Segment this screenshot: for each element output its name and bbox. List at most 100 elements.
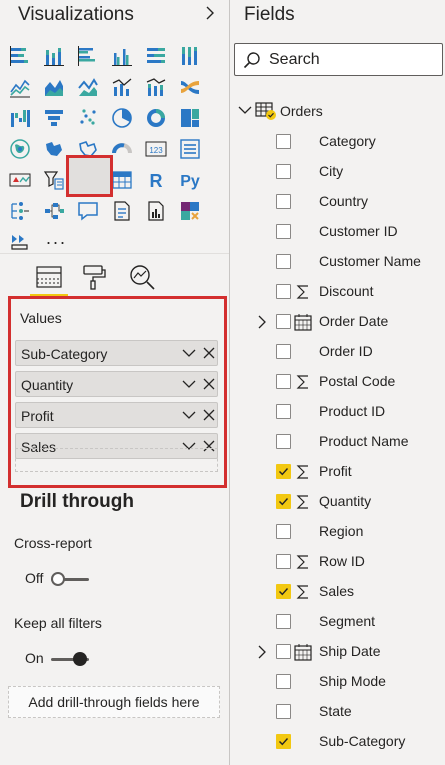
field-item[interactable]: Ship Mode [230,670,445,694]
power-automate-icon[interactable] [9,231,31,253]
power-apps-icon[interactable] [179,200,201,222]
scatter-icon[interactable] [77,107,99,129]
field-checkbox[interactable] [276,524,291,539]
field-item[interactable]: Postal Code [230,370,445,394]
line-stacked-column-icon[interactable] [145,76,167,98]
value-field-pill[interactable]: Sub-Category [15,340,218,366]
remove-icon[interactable] [202,408,216,422]
treemap-icon[interactable] [179,107,201,129]
field-checkbox[interactable] [276,584,291,599]
field-item[interactable]: Order ID [230,340,445,364]
field-item[interactable]: Customer Name [230,250,445,274]
donut-chart-icon[interactable] [145,107,167,129]
collapse-chevron-icon[interactable] [204,6,216,20]
field-checkbox[interactable] [276,284,291,299]
card-icon[interactable]: 123 [145,138,167,160]
pie-chart-icon[interactable] [111,107,133,129]
field-checkbox[interactable] [276,434,291,449]
field-item[interactable]: Country [230,190,445,214]
100-stacked-column-icon[interactable] [179,45,201,67]
chevron-right-icon[interactable] [257,645,267,659]
line-column-icon[interactable] [111,76,133,98]
field-item[interactable]: Segment [230,610,445,634]
key-influencers-icon[interactable] [9,200,31,222]
search-box[interactable] [234,43,443,76]
chevron-down-icon[interactable] [182,347,196,359]
filled-map-icon[interactable] [43,138,65,160]
field-checkbox[interactable] [276,194,291,209]
matrix-icon[interactable] [111,169,133,191]
field-checkbox[interactable] [276,614,291,629]
field-checkbox[interactable] [276,314,291,329]
field-item[interactable]: Category [230,130,445,154]
field-checkbox[interactable] [276,464,291,479]
funnel-icon[interactable] [43,107,65,129]
more-visuals-button[interactable]: ... [46,228,67,249]
multi-row-card-icon[interactable] [179,138,201,160]
field-item[interactable]: Sub-Category [230,730,445,754]
gauge-icon[interactable] [111,138,133,160]
table-orders[interactable]: Orders [238,100,438,124]
field-item[interactable]: Discount [230,280,445,304]
field-item[interactable]: Product ID [230,400,445,424]
field-item[interactable]: Product Name [230,430,445,454]
field-item[interactable]: Quantity [230,490,445,514]
field-item[interactable]: City [230,160,445,184]
100-stacked-bar-icon[interactable] [145,45,167,67]
field-item[interactable]: Row ID [230,550,445,574]
field-item[interactable]: Ship Date [230,640,445,664]
line-chart-icon[interactable] [9,76,31,98]
area-chart-icon[interactable] [43,76,65,98]
field-checkbox[interactable] [276,254,291,269]
field-item[interactable]: Customer ID [230,220,445,244]
field-checkbox[interactable] [276,704,291,719]
chevron-down-icon[interactable] [182,378,196,390]
field-checkbox[interactable] [276,134,291,149]
format-tab-icon[interactable] [78,262,108,292]
value-field-pill[interactable]: Quantity [15,371,218,397]
field-checkbox[interactable] [276,644,291,659]
add-drill-through-fields[interactable]: Add drill-through fields here [8,686,220,718]
field-checkbox[interactable] [276,404,291,419]
field-checkbox[interactable] [276,554,291,569]
field-checkbox[interactable] [276,224,291,239]
field-item[interactable]: Sales [230,580,445,604]
field-checkbox[interactable] [276,344,291,359]
slicer-icon[interactable] [43,169,65,191]
field-checkbox[interactable] [276,374,291,389]
qa-icon[interactable] [77,200,99,222]
remove-icon[interactable] [202,346,216,360]
map-icon[interactable] [9,138,31,160]
search-input[interactable] [269,49,437,71]
waterfall-icon[interactable] [9,107,31,129]
cross-report-toggle[interactable]: Off [25,570,95,588]
stacked-area-icon[interactable] [77,76,99,98]
field-item[interactable]: State [230,700,445,724]
r-visual-icon[interactable]: R [145,169,167,191]
chevron-right-icon[interactable] [257,315,267,329]
analytics-tab-icon[interactable] [127,262,157,292]
chevron-down-icon[interactable] [238,104,252,116]
paginated-report-icon[interactable] [145,200,167,222]
ribbon-chart-icon[interactable] [179,76,201,98]
value-field-pill[interactable]: Profit [15,402,218,428]
field-item[interactable]: Order Date [230,310,445,334]
clustered-bar-icon[interactable] [77,45,99,67]
stacked-bar-icon[interactable] [9,45,31,67]
stacked-column-icon[interactable] [43,45,65,67]
chevron-down-icon[interactable] [182,409,196,421]
field-checkbox[interactable] [276,734,291,749]
keep-filters-toggle[interactable]: On [25,650,95,668]
field-item[interactable]: Profit [230,460,445,484]
clustered-column-icon[interactable] [111,45,133,67]
field-checkbox[interactable] [276,164,291,179]
field-checkbox[interactable] [276,674,291,689]
remove-icon[interactable] [202,377,216,391]
field-checkbox[interactable] [276,494,291,509]
values-drop-area[interactable] [15,448,218,472]
field-item[interactable]: Region [230,520,445,544]
decomposition-tree-icon[interactable] [43,200,65,222]
kpi-icon[interactable] [9,169,31,191]
fields-tab-icon[interactable] [34,262,64,292]
smart-narrative-icon[interactable] [111,200,133,222]
